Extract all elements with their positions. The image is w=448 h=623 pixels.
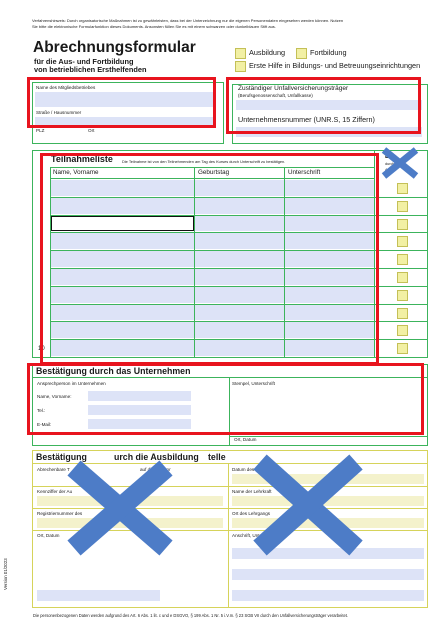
participant-confirm-checkbox[interactable] bbox=[397, 218, 408, 230]
ort-label: Ort bbox=[88, 128, 95, 133]
annotation-participants-box bbox=[40, 153, 379, 365]
address-field-2[interactable] bbox=[232, 569, 424, 580]
blue-cross-right-icon bbox=[253, 454, 363, 556]
ausbildung-label: Ausbildung bbox=[249, 48, 286, 57]
ausbildung-checkbox[interactable] bbox=[235, 48, 246, 59]
participant-confirm-checkbox[interactable] bbox=[397, 307, 408, 319]
fortbildung-checkbox[interactable] bbox=[296, 48, 307, 59]
blue-cross-left-icon bbox=[67, 460, 173, 556]
version-note: Version 01/2023 bbox=[3, 558, 8, 590]
plz-label: PLZ bbox=[36, 128, 45, 133]
fortbildung-label: Fortbildung bbox=[310, 48, 347, 57]
erste-hilfe-label: Erste Hilfe in Bildungs- und Betreuungse… bbox=[249, 61, 421, 70]
annotation-company-box bbox=[27, 363, 424, 435]
place-date-label: Ort, Datum bbox=[37, 533, 60, 538]
address-field-3[interactable] bbox=[232, 590, 424, 601]
notice-line-2: Sie bitte die elektronische Formularfunk… bbox=[32, 24, 276, 29]
form-subtitle-2: von betrieblichen Ersthelfenden bbox=[34, 65, 147, 74]
participant-confirm-checkbox[interactable] bbox=[397, 325, 408, 337]
footer-privacy-note: Die personenbezogenen Daten werden aufgr… bbox=[33, 613, 349, 618]
participant-confirm-checkbox[interactable] bbox=[397, 272, 408, 283]
training-center-title-3: telle bbox=[208, 452, 226, 462]
participant-confirm-checkbox[interactable] bbox=[397, 183, 408, 194]
blue-cross-icon bbox=[381, 147, 419, 179]
notice-line-1: Verfahrenshinweis: Durch organisatorisch… bbox=[32, 18, 344, 23]
participant-confirm-checkbox[interactable] bbox=[397, 343, 408, 355]
erste-hilfe-checkbox[interactable] bbox=[235, 61, 246, 72]
place-date-field[interactable] bbox=[37, 590, 160, 601]
participant-confirm-checkbox[interactable] bbox=[397, 254, 408, 266]
participant-confirm-checkbox[interactable] bbox=[397, 200, 408, 212]
annotation-member-box bbox=[27, 77, 216, 128]
company-date-label: Ort, Datum bbox=[234, 437, 257, 442]
form-title: Abrechnungsformular bbox=[33, 39, 196, 56]
annotation-insurer-box bbox=[226, 77, 421, 134]
participant-confirm-checkbox[interactable] bbox=[397, 289, 408, 301]
participant-confirm-checkbox[interactable] bbox=[397, 236, 408, 248]
